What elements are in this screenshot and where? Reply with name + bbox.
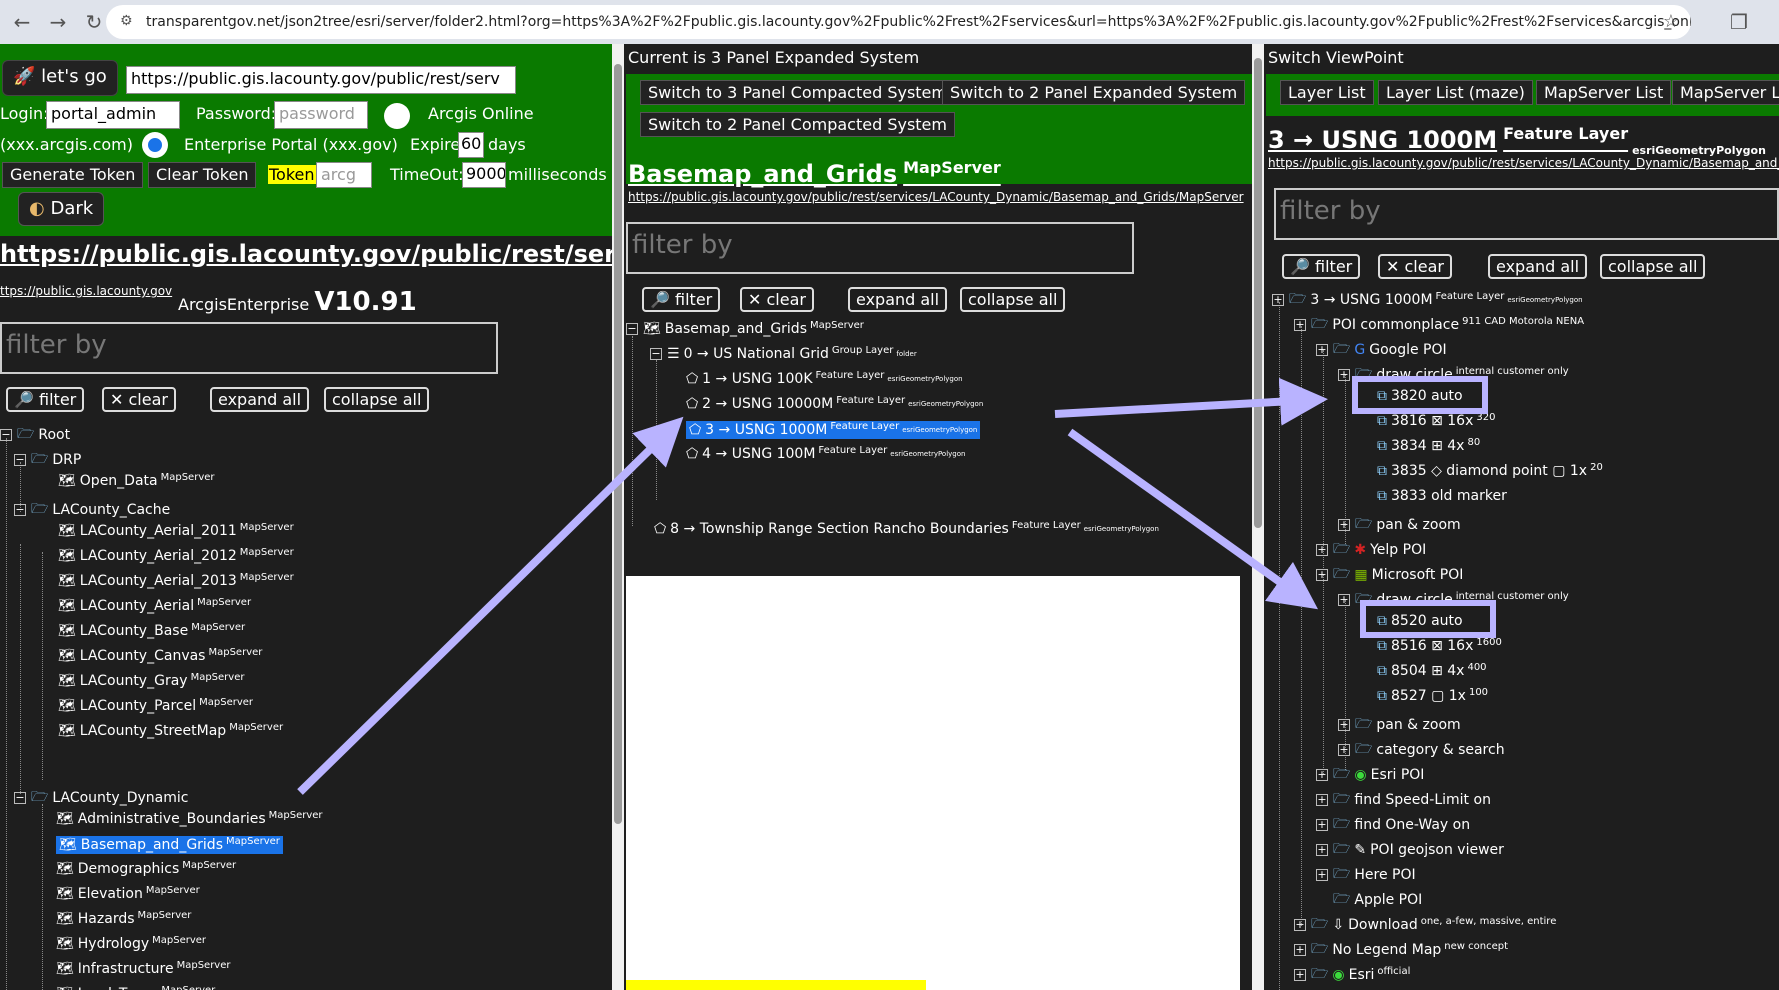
arrow-to-layer: [297, 416, 684, 795]
arrow-to-3820: [1054, 377, 1328, 426]
arrow-to-8520: [1067, 428, 1319, 610]
annotation-arrows: [297, 377, 1328, 795]
